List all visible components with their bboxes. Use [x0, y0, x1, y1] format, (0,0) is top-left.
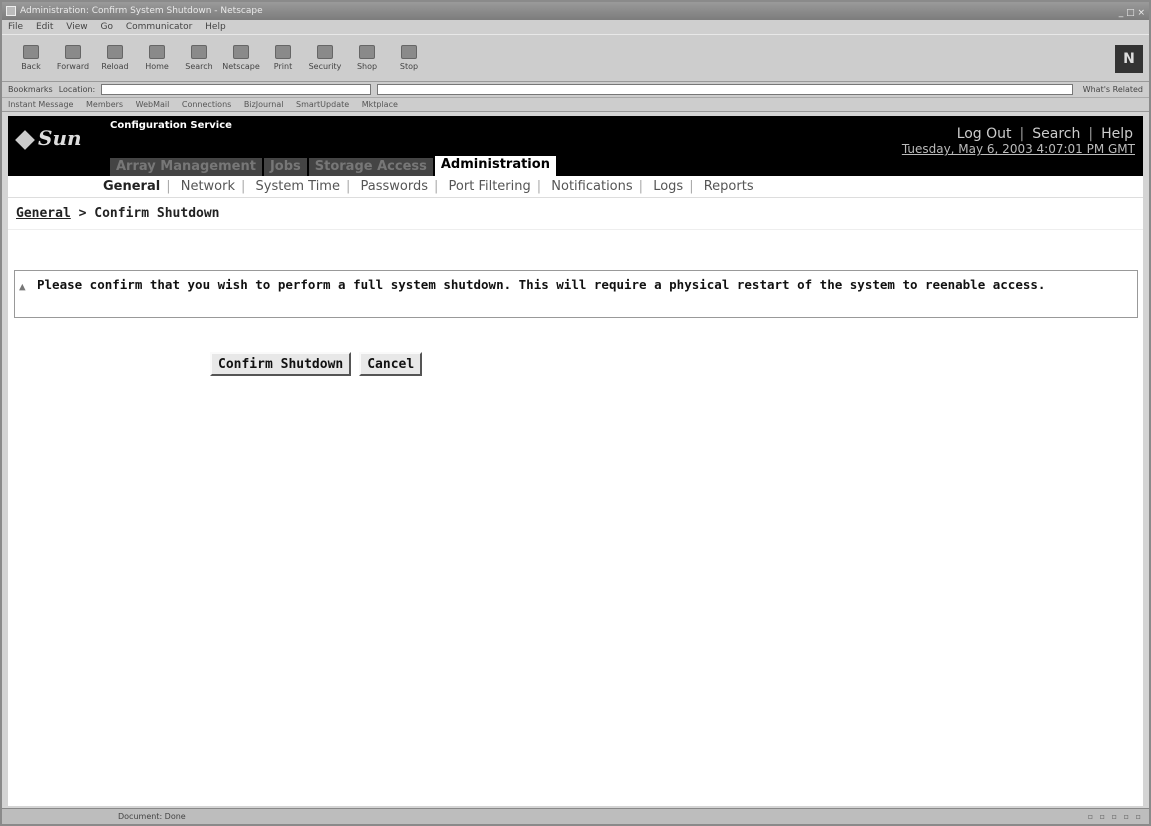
netscape-button[interactable]: Netscape [222, 39, 260, 77]
personal-item[interactable]: SmartUpdate [296, 100, 349, 109]
reload-icon [107, 45, 123, 59]
search-label: Search [185, 62, 213, 71]
personal-item[interactable]: Mktplace [362, 100, 398, 109]
security-icon [317, 45, 333, 59]
logout-link[interactable]: Log Out [957, 126, 1012, 142]
security-label: Security [308, 62, 342, 71]
top-links: Log Out | Search | Help [956, 126, 1133, 142]
subnav-general[interactable]: General [103, 179, 160, 194]
masthead: Sun Configuration Service Log Out | Search… [8, 116, 1143, 176]
status-icons: ▫ ▫ ▫ ▫ ▫ [1087, 812, 1143, 821]
browser-window: Administration: Confirm System Shutdown … [0, 0, 1151, 826]
breadcrumb: General > Confirm Shutdown [8, 198, 1143, 230]
forward-label: Forward [56, 62, 90, 71]
whats-related-button[interactable]: What's Related [1083, 85, 1143, 94]
breadcrumb-separator: > [70, 206, 95, 221]
app-icon [6, 6, 16, 16]
reload-button[interactable]: Reload [96, 39, 134, 77]
search-link[interactable]: Search [1032, 126, 1080, 142]
app-name: Configuration Service [110, 120, 232, 131]
reload-label: Reload [101, 62, 129, 71]
subnav-system-time[interactable]: System Time [256, 179, 340, 194]
sub-navigation: General | Network | System Time | Passwords… [8, 176, 1143, 198]
personal-item[interactable]: WebMail [136, 100, 170, 109]
stop-label: Stop [399, 62, 419, 71]
brand-name: Sun [38, 126, 82, 150]
title-bar: Administration: Confirm System Shutdown … [2, 2, 1149, 20]
home-icon [149, 45, 165, 59]
print-button[interactable]: Print [264, 39, 302, 77]
alert-message: Please confirm that you wish to perform … [37, 277, 1046, 292]
action-buttons: Confirm Shutdown Cancel [210, 352, 423, 376]
subnav-notifications[interactable]: Notifications [551, 179, 632, 194]
home-button[interactable]: Home [138, 39, 176, 77]
location-label: Location: [58, 85, 96, 94]
location-input[interactable] [101, 84, 372, 95]
status-text: Document: Done [118, 812, 186, 821]
menu-go[interactable]: Go [100, 22, 112, 32]
back-button[interactable]: Back [12, 39, 50, 77]
forward-icon [65, 45, 81, 59]
netscape-logo[interactable]: N [1115, 45, 1143, 73]
stop-icon [401, 45, 417, 59]
netscape-label: Netscape [222, 62, 260, 71]
warning-icon: ▲ [19, 280, 26, 293]
subnav-passwords[interactable]: Passwords [361, 179, 429, 194]
shop-label: Shop [356, 62, 378, 71]
security-button[interactable]: Security [306, 39, 344, 77]
tab-array-management[interactable]: Array Management [110, 158, 262, 176]
breadcrumb-general-link[interactable]: General [16, 206, 71, 221]
subnav-port-filtering[interactable]: Port Filtering [449, 179, 531, 194]
menu-bar: File Edit View Go Communicator Help [2, 20, 1149, 34]
stop-button[interactable]: Stop [390, 39, 428, 77]
search-icon [191, 45, 207, 59]
navigation-toolbar: Back Forward Reload Home Search Netscape… [2, 34, 1149, 82]
location-bar: Bookmarks Location: What's Related [2, 82, 1149, 98]
netscape-icon [233, 45, 249, 59]
sun-diamond-icon [15, 129, 35, 150]
confirmation-alert: ▲ Please confirm that you wish to perfor… [14, 270, 1138, 318]
print-label: Print [273, 62, 293, 71]
tab-jobs[interactable]: Jobs [263, 158, 307, 176]
subnav-reports[interactable]: Reports [704, 179, 754, 194]
subnav-network[interactable]: Network [181, 179, 235, 194]
menu-help[interactable]: Help [205, 22, 226, 32]
personal-item[interactable]: Members [86, 100, 123, 109]
personal-item[interactable]: Connections [182, 100, 231, 109]
tab-administration[interactable]: Administration [434, 156, 556, 176]
location-input-rest[interactable] [377, 84, 1073, 95]
personal-item[interactable]: Instant Message [8, 100, 73, 109]
window-title: Administration: Confirm System Shutdown … [20, 6, 263, 16]
personal-item[interactable]: BizJournal [244, 100, 284, 109]
personal-toolbar: Instant Message Members WebMail Connecti… [2, 98, 1149, 112]
page-content: Sun Configuration Service Log Out | Search… [8, 116, 1143, 806]
home-label: Home [145, 62, 169, 71]
search-button[interactable]: Search [180, 39, 218, 77]
subnav-logs[interactable]: Logs [653, 179, 683, 194]
datetime: Tuesday, May 6, 2003 4:07:01 PM GMT [901, 142, 1135, 156]
breadcrumb-current: Confirm Shutdown [94, 206, 220, 221]
shop-button[interactable]: Shop [348, 39, 386, 77]
menu-communicator[interactable]: Communicator [126, 22, 192, 32]
forward-button[interactable]: Forward [54, 39, 92, 77]
back-label: Back [21, 62, 41, 71]
menu-view[interactable]: View [66, 22, 87, 32]
shop-icon [359, 45, 375, 59]
menu-file[interactable]: File [8, 22, 23, 32]
print-icon [275, 45, 291, 59]
bookmarks-button[interactable]: Bookmarks [8, 85, 53, 94]
confirm-shutdown-button[interactable]: Confirm Shutdown [210, 352, 352, 376]
window-controls[interactable]: _ □ × [1119, 4, 1145, 22]
cancel-button[interactable]: Cancel [359, 352, 423, 376]
help-link[interactable]: Help [1101, 126, 1133, 142]
main-tabs: Array Management Jobs Storage Access Adm… [110, 156, 558, 176]
tab-storage-access[interactable]: Storage Access [308, 158, 433, 176]
back-icon [23, 45, 39, 59]
status-bar: Document: Done ▫ ▫ ▫ ▫ ▫ [2, 808, 1149, 824]
sun-logo: Sun [15, 126, 82, 150]
menu-edit[interactable]: Edit [36, 22, 53, 32]
